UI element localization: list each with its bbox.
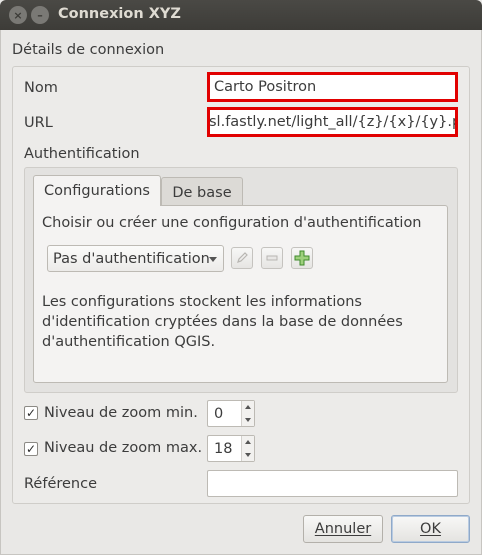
zoom-max-spinbox[interactable]: 18 — [207, 435, 255, 462]
name-label: Nom — [24, 80, 58, 96]
name-value: Carto Positron — [214, 79, 317, 95]
tab-configurations[interactable]: Configurations — [33, 175, 161, 206]
tab-de-base[interactable]: De base — [161, 177, 243, 207]
auth-config-value: Pas d'authentification — [53, 250, 210, 267]
zoom-min-label: Niveau de zoom min. — [44, 405, 198, 421]
ok-button[interactable]: OK — [391, 515, 470, 543]
minimize-icon[interactable]: – — [31, 6, 49, 24]
spin-up-icon[interactable] — [245, 405, 251, 409]
remove-config-button[interactable] — [261, 247, 283, 269]
edit-config-button[interactable] — [231, 247, 253, 269]
url-label: URL — [24, 115, 53, 131]
zoom-min-value: 0 — [214, 406, 224, 422]
tab-de-base-label: De base — [172, 184, 232, 201]
spin-arrows[interactable] — [241, 401, 254, 426]
spin-arrows[interactable] — [241, 436, 254, 461]
zoom-min-checkbox[interactable]: ✓ — [24, 406, 38, 420]
reference-label: Référence — [24, 476, 98, 492]
group-title: Détails de connexion — [12, 42, 165, 58]
auth-title: Authentification — [24, 146, 140, 162]
zoom-max-checkbox[interactable]: ✓ — [24, 442, 38, 456]
name-field[interactable]: Carto Positron — [207, 72, 458, 102]
spin-up-icon[interactable] — [245, 440, 251, 444]
ok-button-label: OK — [420, 521, 441, 537]
chevron-down-icon — [209, 257, 217, 262]
cancel-button[interactable]: Annuler — [303, 515, 383, 543]
url-field[interactable]: sl.fastly.net/light_all/{z}/{x}/{y}.png — [207, 107, 458, 137]
auth-description: Les configurations stockent les informat… — [42, 294, 403, 350]
spin-down-icon[interactable] — [245, 418, 251, 422]
close-icon[interactable]: × — [9, 6, 27, 24]
reference-field[interactable] — [207, 470, 458, 497]
add-config-button[interactable] — [291, 247, 313, 269]
window-title: Connexion XYZ — [58, 6, 181, 22]
choose-config-label: Choisir ou créer une configuration d'aut… — [42, 215, 422, 231]
zoom-max-value: 18 — [214, 441, 233, 457]
auth-config-select[interactable]: Pas d'authentification — [47, 245, 224, 272]
title-bar: × – Connexion XYZ — [0, 0, 482, 30]
zoom-max-label: Niveau de zoom max. — [44, 440, 203, 456]
edit-icon — [237, 252, 248, 263]
cancel-button-label: Annuler — [314, 521, 372, 537]
zoom-min-spinbox[interactable]: 0 — [207, 400, 255, 427]
spin-down-icon[interactable] — [245, 453, 251, 457]
add-icon — [294, 250, 310, 266]
url-value: sl.fastly.net/light_all/{z}/{x}/{y}.png — [209, 114, 458, 130]
remove-icon — [266, 255, 278, 261]
tab-configurations-label: Configurations — [44, 183, 150, 199]
